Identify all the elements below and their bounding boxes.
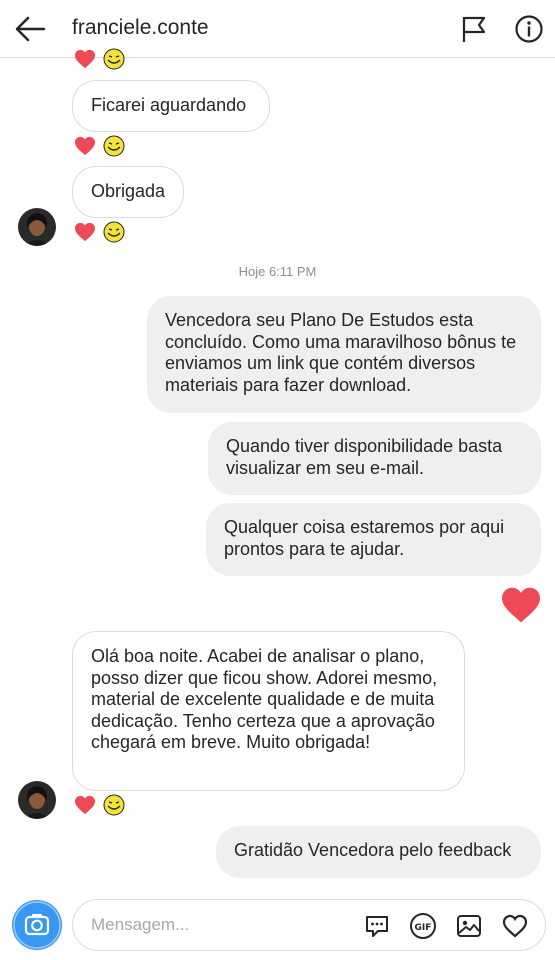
camera-icon: [13, 901, 61, 949]
heart-reaction-icon: [75, 49, 95, 69]
flag-icon[interactable]: [460, 15, 488, 43]
heart-reaction-icon: [75, 136, 95, 156]
avatar[interactable]: [18, 208, 56, 246]
avatar-image: [18, 208, 56, 246]
message-reactions: [74, 48, 134, 70]
outgoing-message[interactable]: Quando tiver disponibilidade basta visua…: [208, 422, 541, 495]
svg-text:GIF: GIF: [415, 923, 432, 933]
emoji-reaction-icon: [103, 135, 125, 157]
heart-reaction-icon: [75, 795, 95, 815]
outgoing-message[interactable]: Gratidão Vencedora pelo feedback: [216, 826, 541, 878]
heart-icon[interactable]: [501, 912, 529, 940]
message-input[interactable]: Mensagem...: [91, 915, 189, 935]
outgoing-message[interactable]: Qualquer coisa estaremos por aqui pronto…: [206, 503, 541, 576]
heart-reaction-icon: [75, 222, 95, 242]
emoji-reaction-icon: [103, 48, 125, 70]
sticker-icon[interactable]: [363, 912, 391, 940]
avatar[interactable]: [18, 781, 56, 819]
message-reactions: [74, 794, 134, 816]
incoming-message[interactable]: Olá boa noite. Acabei de analisar o plan…: [72, 631, 465, 791]
avatar-image: [18, 781, 56, 819]
message-composer[interactable]: Mensagem... GIF: [72, 899, 546, 951]
gif-icon[interactable]: GIF: [409, 912, 437, 940]
emoji-reaction-icon: [103, 794, 125, 816]
back-arrow-icon[interactable]: [14, 14, 46, 44]
emoji-reaction-icon: [103, 221, 125, 243]
camera-button[interactable]: [12, 900, 62, 950]
image-icon[interactable]: [455, 912, 483, 940]
incoming-message[interactable]: Obrigada: [72, 166, 184, 218]
heart-message-icon[interactable]: [500, 586, 542, 624]
info-icon[interactable]: [514, 14, 544, 44]
outgoing-message[interactable]: Vencedora seu Plano De Estudos esta conc…: [147, 296, 541, 413]
timestamp: Hoje 6:11 PM: [238, 264, 317, 279]
message-reactions: [74, 135, 134, 157]
chat-title[interactable]: franciele.conte: [72, 16, 209, 40]
incoming-message[interactable]: Ficarei aguardando: [72, 80, 270, 132]
message-reactions: [74, 221, 134, 243]
